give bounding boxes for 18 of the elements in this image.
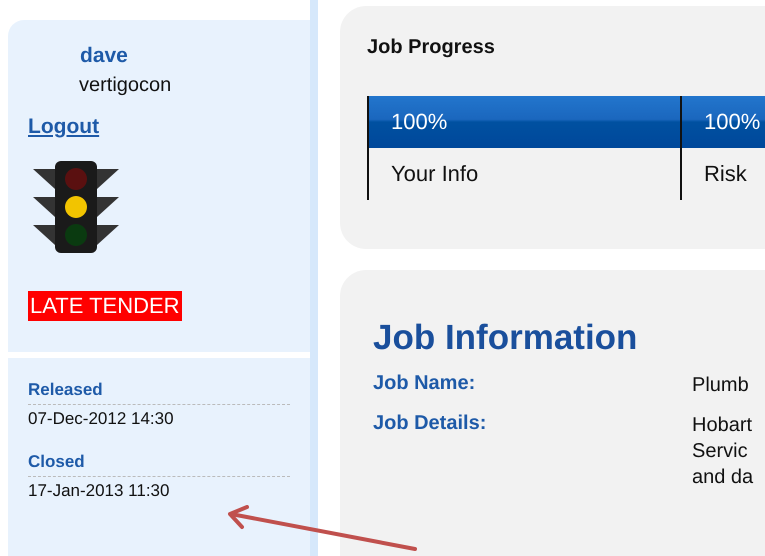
field-value: Hobart Servic and da <box>692 413 754 490</box>
date-value: 17-Jan-2013 11:30 <box>28 481 170 501</box>
section-title: Job Information <box>373 318 638 358</box>
company-name: vertigocon <box>79 74 172 97</box>
progress-step: Risk <box>680 148 765 200</box>
card-title: Job Progress <box>367 36 496 59</box>
field-label: Job Name: <box>373 372 476 396</box>
date-label: Released <box>28 380 290 405</box>
progress-percent: 100% <box>367 96 680 148</box>
date-value: 07-Dec-2012 14:30 <box>28 409 175 429</box>
field-label: Job Details: <box>373 412 488 436</box>
progress-percent: 100% <box>680 96 765 148</box>
date-label: Closed <box>28 452 290 477</box>
field-value: Plumb <box>692 373 750 398</box>
logout-link[interactable]: Logout <box>28 115 100 139</box>
status-badge: LATE TENDER <box>28 291 182 321</box>
user-name: dave <box>80 44 128 68</box>
progress-step: Your Info <box>367 148 680 200</box>
